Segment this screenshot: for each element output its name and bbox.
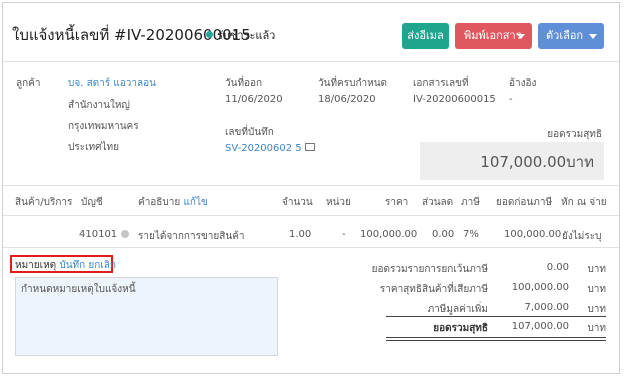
row-wht: ยังไม่ระบุ bbox=[562, 231, 602, 242]
doc-no: IV-20200600015 bbox=[413, 94, 496, 105]
notes-textarea[interactable]: กำหนดหมายเหตุใบแจ้งหนี้ bbox=[15, 277, 278, 356]
row-account: 410101 bbox=[79, 229, 130, 240]
issue-date: 11/06/2020 bbox=[225, 94, 283, 105]
header-divider bbox=[3, 61, 619, 62]
col-account-header: บัญชี bbox=[81, 197, 103, 208]
col-pretax-header: ยอดก่อนภาษี bbox=[496, 197, 553, 208]
col-unit-header: หน่วย bbox=[326, 197, 351, 208]
reference-label: อ้างอิง bbox=[509, 78, 537, 89]
record-no-link[interactable]: SV-20200602 5 bbox=[225, 143, 302, 154]
grand-total-amount: 107,000.00บาท bbox=[480, 153, 594, 171]
row-discount: 0.00 bbox=[432, 229, 455, 240]
summary-exempt-value: 0.00 bbox=[546, 262, 569, 273]
row-description: รายได้จากการขายสินค้า bbox=[138, 231, 245, 242]
col-qty-header: จำนวน bbox=[282, 197, 313, 208]
table-top-divider bbox=[3, 185, 619, 186]
table-bottom-divider bbox=[3, 247, 619, 248]
grand-total-label: ยอดรวมสุทธิ bbox=[547, 129, 602, 140]
print-document-label: พิมพ์เอกสาร bbox=[464, 29, 522, 42]
options-label: ตัวเลือก bbox=[546, 29, 584, 42]
chevron-down-icon bbox=[517, 34, 525, 39]
summary-taxable-unit: บาท bbox=[587, 284, 606, 295]
doc-no-label: เอกสารเลขที่ bbox=[413, 78, 469, 89]
due-date-label: วันที่ครบกำหนด bbox=[318, 78, 388, 89]
notes-cancel-link[interactable]: ยกเลิก bbox=[88, 260, 116, 271]
summary-vat-unit: บาท bbox=[587, 304, 606, 315]
summary-exempt-label: ยอดรวมรายการยกเว้นภาษี bbox=[371, 264, 488, 275]
send-email-button[interactable]: ส่งอีเมล bbox=[402, 23, 449, 49]
reference-value: - bbox=[509, 94, 513, 105]
col-discount-header: ส่วนลด bbox=[422, 197, 454, 208]
send-email-label: ส่งอีเมล bbox=[407, 29, 444, 42]
col-wht-header: หัก ณ จ่าย bbox=[561, 197, 607, 208]
print-icon[interactable] bbox=[304, 143, 315, 151]
status-dot-icon bbox=[206, 31, 213, 38]
customer-branch: สำนักงานใหญ่ bbox=[68, 100, 130, 111]
col-description-header: คำอธิบาย แก้ไข bbox=[138, 195, 208, 210]
customer-name-link[interactable]: บจ. สตาร์ แอวาลอน bbox=[68, 76, 156, 91]
summary-net-value: 107,000.00 bbox=[511, 321, 569, 332]
summary-exempt-unit: บาท bbox=[587, 264, 606, 275]
summary-taxable-value: 100,000.00 bbox=[511, 282, 569, 293]
row-pretax: 100,000.00 bbox=[504, 229, 562, 240]
due-date: 18/06/2020 bbox=[318, 94, 376, 105]
row-vat: 7% bbox=[463, 229, 479, 240]
col-description-label: คำอธิบาย bbox=[138, 197, 181, 208]
summary-double-line-top bbox=[386, 337, 606, 338]
notes-header: หมายเหตุ บันทึก ยกเลิก bbox=[15, 258, 116, 273]
notes-label: หมายเหตุ bbox=[15, 260, 57, 271]
customer-country: ประเทศไทย bbox=[68, 142, 119, 153]
customer-city: กรุงเทพมหานคร bbox=[68, 121, 139, 132]
row-qty: 1.00 bbox=[289, 229, 312, 240]
issue-date-label: วันที่ออก bbox=[225, 78, 263, 89]
notes-save-link[interactable]: บันทึก bbox=[59, 260, 85, 271]
row-account-code: 410101 bbox=[79, 229, 118, 240]
help-icon[interactable] bbox=[121, 230, 130, 238]
record-no-label: เลขที่บันทึก bbox=[225, 127, 274, 138]
summary-net-unit: บาท bbox=[587, 323, 606, 334]
print-document-button[interactable]: พิมพ์เอกสาร bbox=[455, 23, 532, 49]
status-badge: รับชำระแล้ว bbox=[206, 26, 275, 44]
record-no: SV-20200602 5 bbox=[225, 143, 315, 154]
summary-vat-label: ภาษีมูลค่าเพิ่ม bbox=[427, 304, 488, 315]
row-unit: - bbox=[342, 229, 346, 240]
col-vat-header: ภาษี bbox=[461, 197, 480, 208]
grand-total-box: 107,000.00บาท bbox=[420, 142, 604, 180]
notes-placeholder: กำหนดหมายเหตุใบแจ้งหนี้ bbox=[21, 284, 136, 295]
chevron-down-icon bbox=[589, 34, 597, 39]
col-item-header: สินค้า/บริการ bbox=[15, 197, 73, 208]
edit-description-link[interactable]: แก้ไข bbox=[183, 197, 207, 208]
col-price-header: ราคา bbox=[385, 197, 409, 208]
summary-vat-value: 7,000.00 bbox=[524, 302, 569, 313]
options-button[interactable]: ตัวเลือก bbox=[538, 23, 604, 49]
summary-taxable-label: ราคาสุทธิสินค้าที่เสียภาษี bbox=[379, 284, 488, 295]
summary-double-line-bottom bbox=[386, 340, 606, 341]
summary-divider bbox=[386, 316, 606, 317]
status-text: รับชำระแล้ว bbox=[217, 29, 276, 42]
customer-label: ลูกค้า bbox=[16, 78, 41, 89]
table-header-divider bbox=[3, 215, 619, 216]
summary-net-label: ยอดรวมสุทธิ bbox=[433, 323, 488, 334]
row-price: 100,000.00 bbox=[360, 229, 418, 240]
